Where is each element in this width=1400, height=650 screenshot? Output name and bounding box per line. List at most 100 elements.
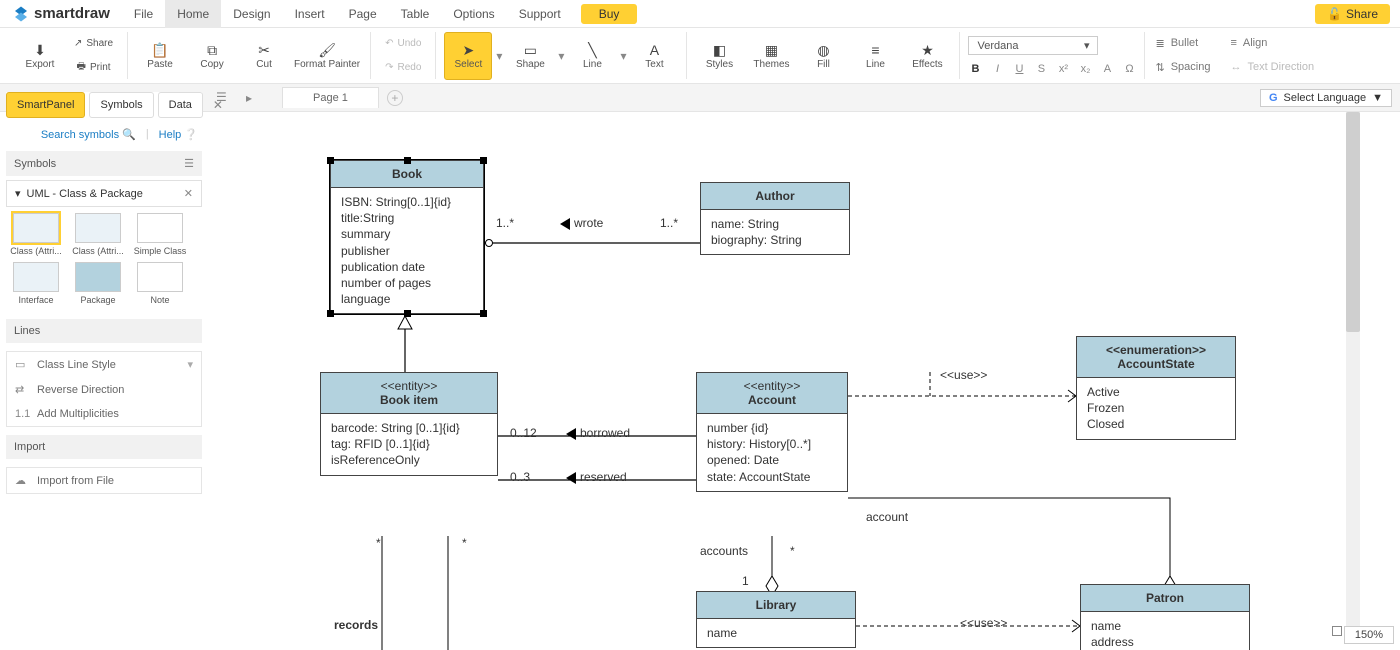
align-button[interactable]: ≡Align [1230,32,1314,54]
mult-borrowed: 0..12 [510,426,537,440]
menu-home[interactable]: Home [165,0,221,28]
text-direction-button[interactable]: ↔Text Direction [1230,56,1314,78]
menu-design[interactable]: Design [221,0,282,28]
role-account: account [866,510,908,524]
shape-tool-button[interactable]: ▭Shape [506,32,554,80]
line-style-button[interactable]: ≡Line [851,32,899,80]
share-button[interactable]: 🔓 Share [1315,4,1390,24]
sub-button[interactable]: x₂ [1078,63,1092,75]
strike-button[interactable]: S [1034,63,1048,75]
resize-handle-n[interactable] [404,157,411,164]
menu-page[interactable]: Page [337,0,389,28]
select-dropdown[interactable]: ▾ [496,49,502,63]
tab-data[interactable]: Data [158,92,203,118]
page-tab-1[interactable]: Page 1 [282,87,379,108]
shape-dropdown[interactable]: ▾ [558,49,564,63]
print-button[interactable]: 🖶Print [68,57,119,79]
scroll-thumb[interactable] [1346,112,1360,332]
spacing-button[interactable]: ⇅Spacing [1155,56,1210,78]
canvas-resize-handle[interactable] [1332,626,1342,636]
symbols-header: Symbols☰ [6,151,202,176]
bold-button[interactable]: B [968,63,982,75]
help-link[interactable]: Help ❔ [159,128,198,141]
thumb-interface[interactable]: Interface [8,262,64,305]
add-page-button[interactable]: + [387,90,403,106]
menu-icon[interactable]: ☰ [184,157,194,170]
menu-insert[interactable]: Insert [283,0,337,28]
paste-button[interactable]: 📋Paste [136,32,184,80]
resize-handle-s[interactable] [404,310,411,317]
menu-support[interactable]: Support [507,0,573,28]
thumb-note[interactable]: Note [132,262,188,305]
export-button[interactable]: ⬇Export [16,32,64,80]
connector-point[interactable] [485,239,493,247]
insert-symbol-button[interactable]: Ω [1122,63,1136,75]
author-body: name: Stringbiography: String [701,210,849,254]
menu-file[interactable]: File [122,0,165,28]
resize-handle-nw[interactable] [327,157,334,164]
fill-button[interactable]: ◍Fill [799,32,847,80]
mult-book-wrote: 1..* [496,216,514,230]
copy-button[interactable]: ⧉Copy [188,32,236,80]
bullet-button[interactable]: ≣Bullet [1155,32,1210,54]
line-tool-button[interactable]: ╲Line [568,32,616,80]
redo-icon: ↷ [385,62,393,73]
tab-smartpanel[interactable]: SmartPanel [6,92,85,118]
resize-handle-sw[interactable] [327,310,334,317]
patron-title: Patron [1091,591,1239,605]
uml-book-item[interactable]: <<entity>>Book item barcode: String [0..… [320,372,498,476]
font-color-button[interactable]: A [1100,63,1114,75]
thumb-class-attr-0[interactable]: Class (Attri... [8,213,64,256]
line-dropdown[interactable]: ▾ [620,49,626,63]
download-icon: ⬇ [31,41,49,59]
share-ribbon-button[interactable]: ↗Share [68,33,119,55]
mult-icon: 1.1 [15,408,29,420]
select-tool-button[interactable]: ➤Select [444,32,492,80]
tab-symbols[interactable]: Symbols [89,92,153,118]
text-tool-button[interactable]: AText [630,32,678,80]
add-multiplicities[interactable]: 1.1Add Multiplicities [7,402,201,426]
symbol-grid: Class (Attri... Class (Attri... Simple C… [6,207,202,311]
uml-book[interactable]: Book ISBN: String[0..1]{id}title:Strings… [330,160,484,314]
uml-account-state[interactable]: <<enumeration>>AccountState ActiveFrozen… [1076,336,1236,440]
undo-button[interactable]: ↶Undo [379,33,427,55]
thumb-simple-class[interactable]: Simple Class [132,213,188,256]
sup-button[interactable]: x² [1056,63,1070,75]
uml-author[interactable]: Author name: Stringbiography: String [700,182,850,255]
effects-button[interactable]: ★Effects [903,32,951,80]
font-select[interactable]: Verdana▾ [968,36,1098,55]
import-from-file[interactable]: ☁Import from File [7,468,201,493]
styles-button[interactable]: ◧Styles [695,32,743,80]
zoom-indicator[interactable]: 150% [1344,626,1394,644]
italic-button[interactable]: I [990,63,1004,75]
thumb-class-attr-1[interactable]: Class (Attri... [70,213,126,256]
redo-button[interactable]: ↷Redo [379,57,427,79]
uml-patron[interactable]: Patron nameaddress [1080,584,1250,650]
logo[interactable]: smartdraw [0,5,122,23]
spacing-icon: ⇅ [1155,61,1164,74]
thumb-package[interactable]: Package [70,262,126,305]
panel-cursor-icon[interactable]: ▸ [246,91,252,105]
search-symbols-link[interactable]: Search symbols 🔍 [41,128,136,141]
mult-accounts-star: * [790,544,795,558]
close-category-icon[interactable]: ✕ [184,187,193,200]
underline-button[interactable]: U [1012,63,1026,75]
cut-button[interactable]: ✂Cut [240,32,288,80]
canvas[interactable]: Book ISBN: String[0..1]{id}title:Strings… [210,112,1400,650]
themes-button[interactable]: ▦Themes [747,32,795,80]
language-select[interactable]: G Select Language ▼ [1260,89,1392,107]
menu-options[interactable]: Options [441,0,506,28]
class-line-style[interactable]: ▭Class Line Style▾ [7,352,201,377]
uml-library[interactable]: Library name [696,591,856,648]
format-painter-button[interactable]: 🖌Format Painter [292,32,362,80]
line-style2-icon: ▭ [15,358,29,371]
menu-table[interactable]: Table [389,0,442,28]
reverse-direction[interactable]: ⇄Reverse Direction [7,377,201,402]
symbol-category[interactable]: ▾UML - Class & Package✕ [6,180,202,207]
resize-handle-ne[interactable] [480,157,487,164]
buy-button[interactable]: Buy [581,4,638,24]
resize-handle-se[interactable] [480,310,487,317]
uml-account[interactable]: <<entity>>Account number {id}history: Hi… [696,372,848,492]
mult-star-1: * [376,536,381,550]
vertical-scrollbar[interactable] [1346,112,1360,632]
